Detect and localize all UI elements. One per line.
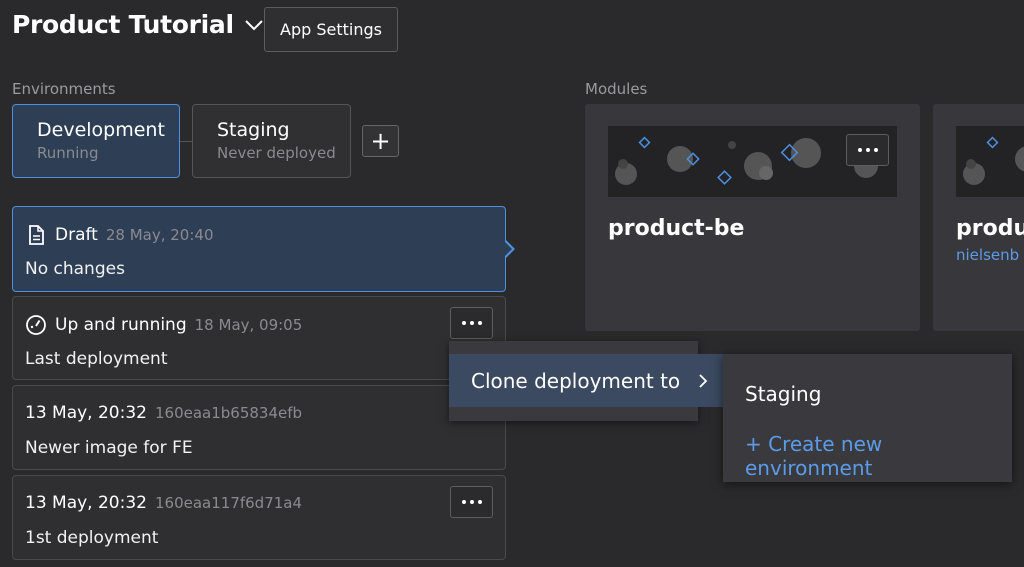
selection-pointer-fill — [504, 241, 512, 257]
menu-item-label: Clone deployment to — [471, 368, 681, 393]
dot-icon — [469, 500, 474, 504]
module-owner-link[interactable]: nielsenb — [956, 246, 1019, 264]
dot-icon — [857, 148, 862, 152]
dot-icon — [461, 500, 466, 504]
create-environment-link[interactable]: + Create new environment — [745, 432, 1012, 480]
deployment-note: No changes — [25, 259, 125, 279]
deployment-time: 18 May, 09:05 — [194, 316, 303, 334]
chevron-down-icon — [245, 19, 263, 30]
env-connector — [180, 141, 192, 142]
clone-target-submenu: Staging + Create new environment — [723, 354, 1012, 482]
env-name: Development — [37, 119, 165, 141]
env-staging[interactable]: Staging Never deployed — [192, 104, 351, 178]
environments-label: Environments — [12, 80, 116, 98]
dot-icon — [469, 321, 474, 325]
env-development[interactable]: Development Running — [12, 104, 180, 178]
module-card[interactable]: produ nielsenb — [933, 104, 1024, 331]
module-name: produ — [956, 216, 1024, 241]
dot-icon — [461, 321, 466, 325]
chevron-right-icon — [699, 373, 708, 388]
modules-label: Modules — [585, 80, 648, 98]
deployment-hash: 160eaa1b65834efb — [154, 404, 303, 422]
deployment-note: Last deployment — [25, 349, 168, 369]
module-card[interactable]: product-be — [585, 104, 920, 331]
env-status: Never deployed — [217, 144, 336, 162]
deployment-card-running[interactable]: Up and running 18 May, 09:05 Last deploy… — [12, 296, 506, 380]
deployment-hash: 160eaa117f6d71a4 — [154, 494, 303, 512]
add-environment-button[interactable]: + — [362, 125, 399, 157]
deployment-card[interactable]: 13 May, 20:32 160eaa117f6d71a4 1st deplo… — [12, 475, 506, 560]
env-status: Running — [37, 144, 99, 162]
deployment-title: Up and running — [55, 315, 187, 335]
deployment-title: Draft — [55, 225, 98, 245]
submenu-item-staging[interactable]: Staging — [745, 382, 821, 406]
running-gauge-icon — [26, 315, 46, 335]
deployment-context-menu: Clone deployment to — [449, 341, 724, 421]
app-title-dropdown[interactable]: Product Tutorial — [12, 10, 264, 39]
deployment-title: 13 May, 20:32 — [25, 403, 147, 423]
document-icon — [29, 225, 44, 245]
deployment-time: 28 May, 20:40 — [105, 226, 214, 244]
deployment-card[interactable]: 13 May, 20:32 160eaa1b65834efb Newer ima… — [12, 385, 506, 470]
module-banner-image — [956, 126, 1024, 197]
app-title: Product Tutorial — [12, 10, 234, 39]
more-options-button[interactable] — [450, 486, 493, 518]
deployment-note: Newer image for FE — [25, 438, 193, 458]
dot-icon — [873, 148, 878, 152]
dot-icon — [477, 321, 482, 325]
dot-icon — [477, 500, 482, 504]
deployment-note: 1st deployment — [25, 528, 159, 548]
deployment-title: 13 May, 20:32 — [25, 493, 147, 513]
module-name: product-be — [608, 216, 745, 241]
dot-icon — [865, 148, 870, 152]
deployment-card-draft[interactable]: Draft 28 May, 20:40 No changes — [12, 206, 506, 292]
app-settings-button[interactable]: App Settings — [264, 7, 398, 52]
more-options-button[interactable] — [450, 307, 493, 339]
clone-deployment-menu-item[interactable]: Clone deployment to — [449, 354, 724, 407]
env-name: Staging — [217, 119, 290, 141]
module-more-button[interactable] — [846, 134, 889, 166]
